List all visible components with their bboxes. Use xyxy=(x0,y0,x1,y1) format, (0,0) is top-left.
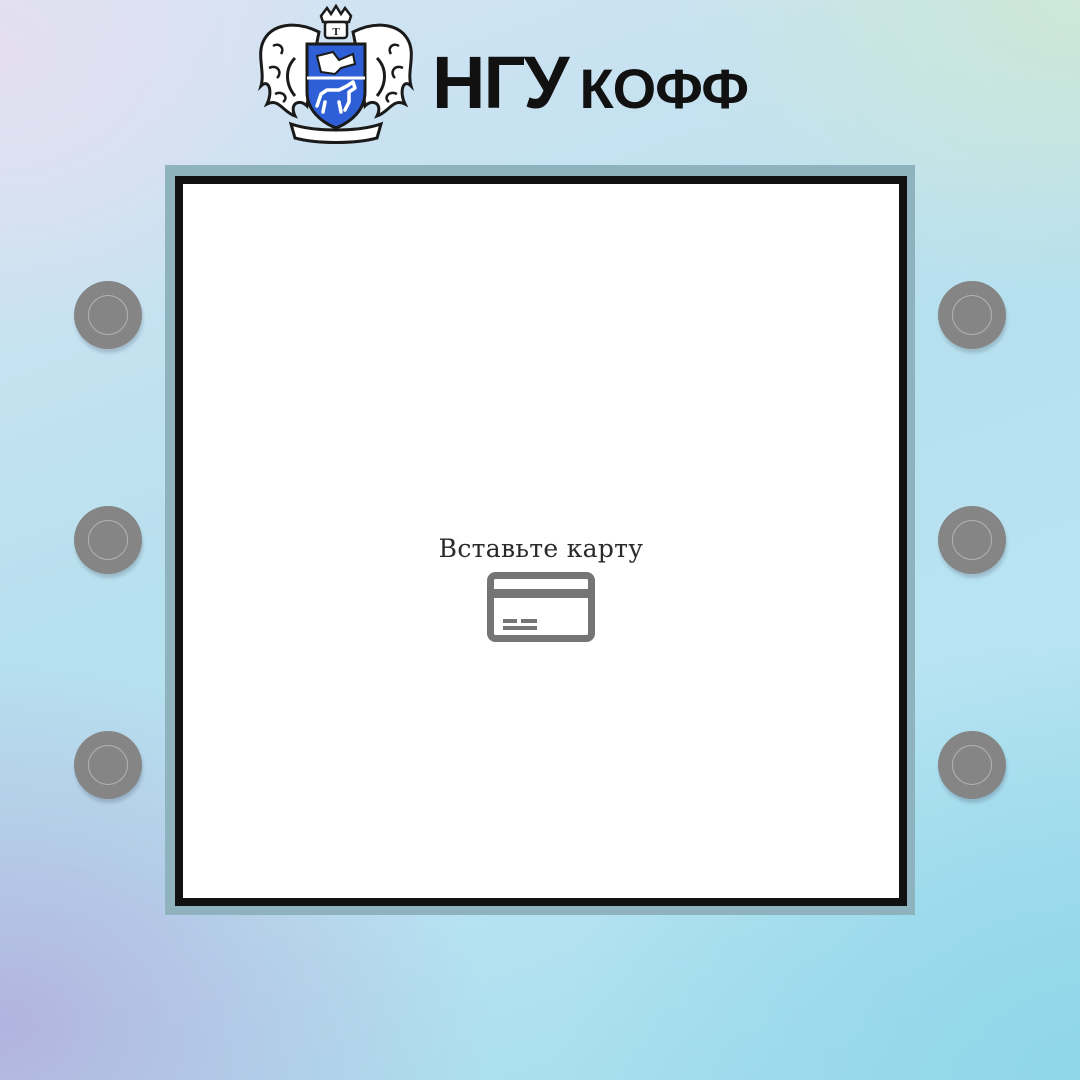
right-key-3[interactable] xyxy=(938,731,1006,799)
right-key-1[interactable] xyxy=(938,281,1006,349)
credit-card-icon xyxy=(487,572,595,642)
brand-name: НГУ КОФФ xyxy=(432,41,749,124)
right-key-2[interactable] xyxy=(938,506,1006,574)
insert-card-prompt: Вставьте карту xyxy=(438,534,644,563)
brand-name-part-1: НГУ xyxy=(432,41,569,124)
left-key-3[interactable] xyxy=(74,731,142,799)
atm-screen: Вставьте карту xyxy=(175,176,907,906)
bank-crest-icon: Т xyxy=(257,3,415,144)
bank-header: Т НГУ КОФФ xyxy=(255,2,815,144)
brand-name-part-2: КОФФ xyxy=(579,57,749,120)
left-key-2[interactable] xyxy=(74,506,142,574)
svg-text:Т: Т xyxy=(332,26,340,38)
left-key-1[interactable] xyxy=(74,281,142,349)
